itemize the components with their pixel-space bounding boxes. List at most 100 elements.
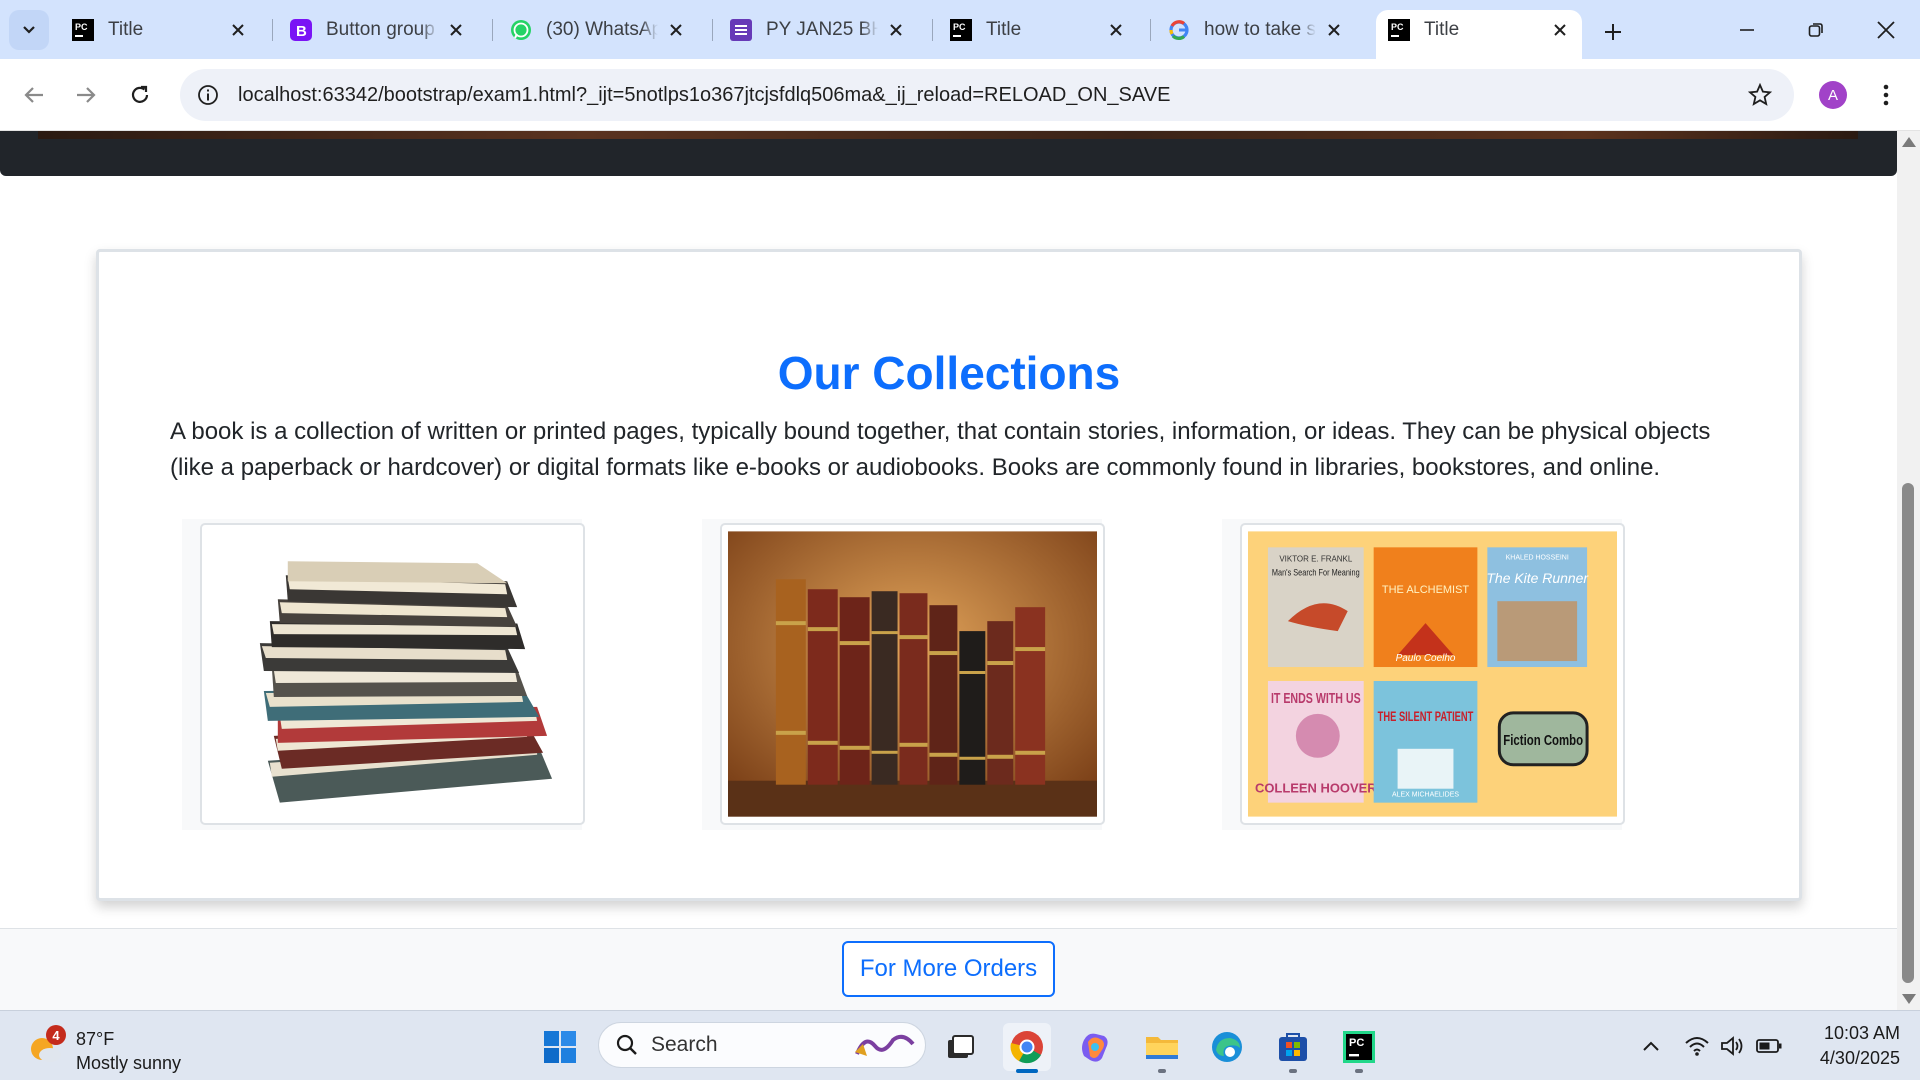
taskbar-file-explorer[interactable] — [1138, 1023, 1186, 1073]
clock-date: 4/30/2025 — [1819, 1048, 1900, 1068]
bookmark-star-icon[interactable] — [1746, 81, 1774, 109]
start-button[interactable] — [536, 1023, 584, 1071]
taskbar-edge[interactable] — [1203, 1023, 1251, 1071]
pycharm-icon: PC — [1388, 19, 1410, 41]
site-info-icon[interactable] — [194, 81, 222, 109]
browser-tab[interactable]: PC Title — [938, 10, 1138, 50]
browser-menu-button[interactable] — [1870, 79, 1902, 111]
wifi-icon — [1685, 1037, 1709, 1056]
tab-search-button[interactable] — [9, 10, 49, 50]
cover-title-alchemist: THE ALCHEMIST — [1382, 584, 1469, 596]
tab-separator — [272, 19, 273, 41]
wifi-status[interactable] — [1682, 1031, 1712, 1061]
reload-icon — [131, 85, 149, 103]
chevron-down-icon — [23, 26, 35, 34]
folder-icon — [1146, 1037, 1178, 1059]
fiction-combo-illustration: VIKTOR E. FRANKL Man's Search For Meanin… — [1248, 531, 1617, 817]
bootstrap-icon: B — [290, 19, 312, 41]
svg-text:PC: PC — [953, 22, 966, 32]
close-icon[interactable] — [1322, 18, 1346, 42]
browser-tab[interactable]: (30) WhatsApp — [498, 10, 698, 50]
close-icon[interactable] — [226, 18, 250, 42]
show-hidden-icons-button[interactable] — [1636, 1031, 1666, 1061]
browser-tab[interactable]: PY JAN25 BHA — [718, 10, 918, 50]
image-column: VIKTOR E. FRANKL Man's Search For Meanin… — [1222, 519, 1625, 830]
arrow-left-icon — [24, 87, 43, 103]
pycharm-icon: PC — [950, 19, 972, 41]
reload-button[interactable] — [120, 75, 160, 115]
close-icon[interactable] — [884, 18, 908, 42]
cover-author-hoover: COLLEEN HOOVER — [1255, 781, 1377, 796]
collections-title: Our Collections — [777, 347, 1121, 399]
battery-icon — [1756, 1039, 1782, 1053]
minimize-icon — [1740, 29, 1754, 31]
for-more-orders-button[interactable]: For More Orders — [842, 941, 1055, 997]
minimize-button[interactable] — [1717, 8, 1777, 52]
forward-button[interactable] — [66, 75, 106, 115]
profile-avatar[interactable]: A — [1819, 81, 1847, 109]
chevron-up-icon — [1643, 1041, 1659, 1051]
more-vertical-icon — [1883, 84, 1889, 106]
running-indicator — [1158, 1069, 1166, 1073]
tab-separator — [492, 19, 493, 41]
cover-author-coelho: Paulo Coelho — [1396, 653, 1456, 664]
pycharm-icon: PC — [1343, 1031, 1375, 1063]
tab-separator — [932, 19, 933, 41]
page-viewport: Our Collections A book is a collection o… — [0, 131, 1920, 1010]
search-icon — [616, 1034, 637, 1055]
book-stack-image[interactable] — [200, 523, 585, 825]
tab-title: Title — [986, 19, 1022, 40]
new-tab-button[interactable] — [1595, 14, 1631, 50]
image-column — [702, 519, 1105, 830]
cover-title-it-ends: IT ENDS WITH US — [1271, 690, 1361, 707]
image-column — [182, 519, 585, 830]
close-icon[interactable] — [444, 18, 468, 42]
speaker-icon — [1721, 1036, 1743, 1056]
address-bar[interactable]: localhost:63342/bootstrap/exam1.html?_ij… — [180, 69, 1794, 121]
close-icon[interactable] — [664, 18, 688, 42]
edge-icon — [1212, 1032, 1242, 1062]
google-icon — [1168, 19, 1190, 41]
hero-section-bottom — [0, 131, 1897, 176]
antique-books-shelf-image[interactable] — [720, 523, 1105, 825]
weather-badge: 4 — [46, 1025, 66, 1045]
browser-tab[interactable]: PC Title — [60, 10, 260, 50]
scroll-down-icon[interactable] — [1902, 994, 1916, 1004]
running-indicator — [1355, 1069, 1363, 1073]
chrome-icon — [1010, 1031, 1043, 1064]
close-window-button[interactable] — [1856, 8, 1916, 52]
volume-status[interactable] — [1718, 1031, 1748, 1061]
cover-author-hosseini: KHALED HOSSEINI — [1506, 554, 1569, 561]
taskbar-chrome[interactable] — [1003, 1023, 1051, 1073]
taskbar-pycharm[interactable]: PC — [1335, 1023, 1383, 1073]
weather-widget[interactable]: 4 87°F Mostly sunny — [28, 1021, 248, 1073]
fiction-combo-image[interactable]: VIKTOR E. FRANKL Man's Search For Meanin… — [1240, 523, 1625, 825]
browser-tab-active[interactable]: PC Title — [1376, 10, 1582, 59]
collections-card: Our Collections A book is a collection o… — [96, 249, 1802, 901]
browser-tab-strip: PC Title B Button group (30) WhatsApp PY… — [0, 0, 1920, 59]
tab-title: how to take sc — [1204, 19, 1316, 40]
browser-tab[interactable]: how to take sc — [1156, 10, 1356, 50]
browser-tab[interactable]: B Button group — [278, 10, 478, 50]
url-text[interactable]: localhost:63342/bootstrap/exam1.html?_ij… — [238, 84, 1170, 107]
restore-button[interactable] — [1786, 8, 1846, 52]
taskbar-copilot[interactable] — [1071, 1023, 1119, 1071]
close-icon[interactable] — [1104, 18, 1128, 42]
page-scrollbar[interactable] — [1897, 131, 1920, 1010]
svg-text:PC: PC — [75, 22, 88, 32]
tab-separator — [712, 19, 713, 41]
taskbar-store[interactable] — [1269, 1023, 1317, 1073]
clock-time: 10:03 AM — [1823, 1023, 1900, 1043]
system-clock[interactable]: 10:03 AM 4/30/2025 — [1800, 1021, 1900, 1071]
taskbar-search[interactable]: Search — [598, 1022, 926, 1068]
close-icon[interactable] — [1548, 18, 1572, 42]
taskbar-search-label: Search — [651, 1033, 718, 1056]
task-view-button[interactable] — [936, 1023, 984, 1071]
tab-title: Button group — [326, 19, 435, 40]
scroll-up-icon[interactable] — [1902, 137, 1916, 147]
scrollbar-thumb[interactable] — [1902, 483, 1914, 983]
back-button[interactable] — [14, 75, 54, 115]
arrow-right-icon — [77, 87, 96, 103]
battery-status[interactable] — [1754, 1031, 1784, 1061]
close-icon — [1877, 21, 1895, 39]
